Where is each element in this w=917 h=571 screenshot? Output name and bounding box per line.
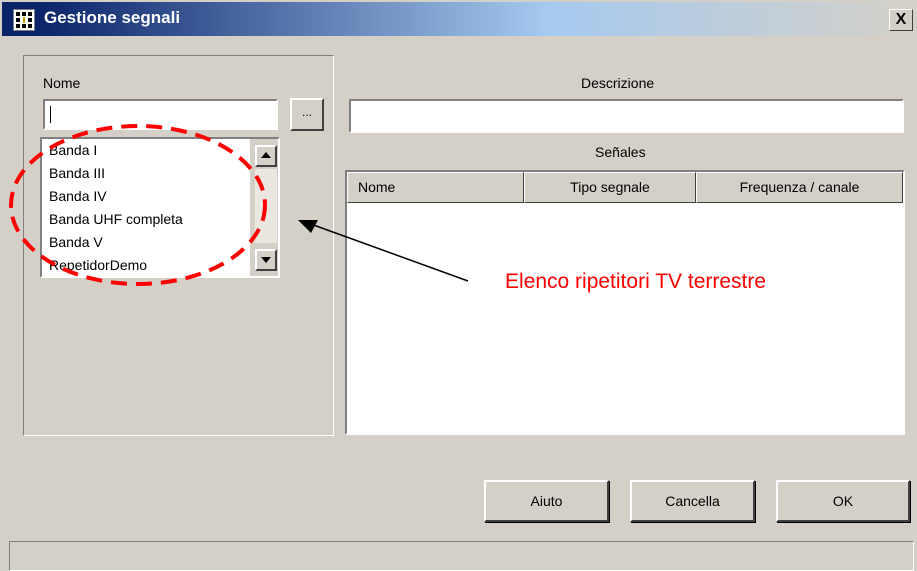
arrow-up-icon (261, 152, 271, 158)
window-title: Gestione segnali (44, 8, 181, 27)
list-item[interactable]: Banda III (42, 162, 278, 185)
name-label: Nome (43, 75, 81, 91)
list-item[interactable]: RepetidorDemo (42, 254, 278, 276)
column-header-name[interactable]: Nome (347, 172, 524, 203)
list-item[interactable]: Banda IV (42, 185, 278, 208)
repeater-list[interactable]: Banda I Banda III Banda IV Banda UHF comple… (40, 137, 280, 278)
title-bar: Gestione segnali X (2, 2, 915, 36)
list-item[interactable]: Banda UHF completa (42, 208, 278, 231)
list-item[interactable]: Banda I (42, 139, 278, 162)
app-grid-icon (13, 9, 35, 31)
column-header-signal-type[interactable]: Tipo segnale (524, 172, 696, 203)
text-caret (50, 106, 51, 123)
repeater-list-items: Banda I Banda III Banda IV Banda UHF comple… (42, 139, 278, 276)
signals-dialog: Gestione segnali X Nome ... Banda I Banda… (0, 0, 917, 571)
list-item[interactable]: Banda V (42, 231, 278, 254)
column-header-frequency[interactable]: Frequenza / canale (696, 172, 903, 203)
browse-button[interactable]: ... (290, 98, 324, 131)
signals-table[interactable]: Nome Tipo segnale Frequenza / canale (345, 170, 905, 435)
annotation-label: Elenco ripetitori TV terrestre (505, 270, 767, 293)
description-label: Descrizione (581, 75, 655, 91)
scroll-up-button[interactable] (255, 145, 277, 167)
scroll-thumb[interactable] (255, 169, 277, 243)
arrow-down-icon (261, 257, 271, 263)
ok-button[interactable]: OK (776, 480, 910, 522)
help-button[interactable]: Aiuto (484, 480, 609, 522)
close-button[interactable]: X (889, 9, 913, 31)
scroll-down-button[interactable] (255, 249, 277, 271)
name-input[interactable] (43, 99, 278, 130)
description-input[interactable] (349, 99, 904, 133)
cancel-button[interactable]: Cancella (630, 480, 755, 522)
status-bar (9, 541, 914, 571)
list-scrollbar[interactable] (250, 139, 278, 276)
signals-label: Señales (595, 144, 646, 160)
